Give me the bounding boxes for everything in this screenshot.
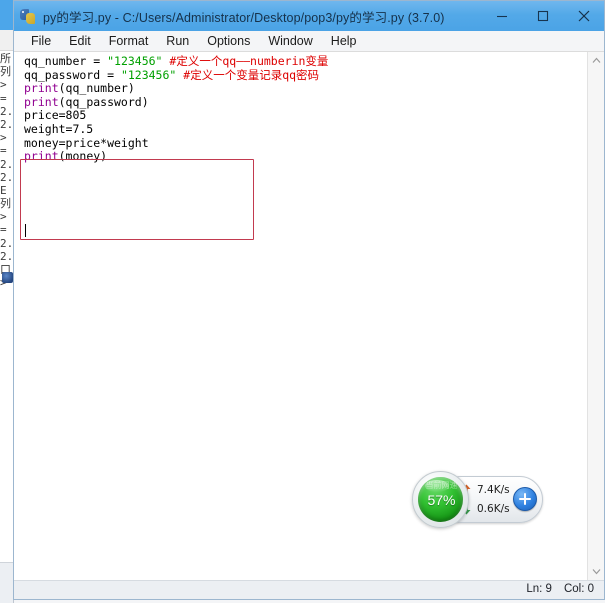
maximize-icon[interactable] [522,1,563,31]
code-token-comment: #定义一个变量记录qq密码 [183,67,320,82]
background-window-titlebar [0,0,13,30]
code-line: qq_password = "123456" #定义一个变量记录qq密码 [24,67,328,83]
editor-vertical-scrollbar[interactable] [587,52,604,580]
text-caret [25,224,26,237]
background-window-statusbar [0,562,13,603]
code-line: print(money) [24,149,328,164]
code-line: price=805 [24,109,328,123]
column-number-label: Col: 0 [563,583,594,595]
background-text-line: = [0,91,7,105]
background-text-line: = [0,144,7,158]
network-orb[interactable]: 当前网速 57% [412,471,469,528]
background-text-line: 所 [0,52,11,65]
code-token-plain: money=price*weight [24,135,149,150]
code-line: qq_number = "123456" #定义一个qq——numberin变量 [24,54,329,69]
scroll-up-icon[interactable] [588,52,604,69]
menu-item-edit[interactable]: Edit [60,31,100,51]
plus-icon[interactable] [513,487,537,511]
close-icon[interactable] [563,1,604,31]
code-token-plain: price=805 [24,108,87,123]
background-text-line: 2. [0,249,13,263]
download-speed-value: 0.6K/s [477,502,510,515]
background-window-icon [2,272,13,283]
background-text-line: 列 [0,65,11,79]
code-text: qq_number = "123456" #定义一个qq——numberin变量… [24,54,329,164]
code-token-plain: (money) [58,149,108,164]
background-text-line: 2. [0,104,13,118]
background-window-text: 所列>=2.2.>=2.2.E列>=2.2.口> [0,52,13,289]
minimize-icon[interactable] [481,1,522,31]
background-text-line: E [0,183,7,197]
background-text-line: > [0,131,7,145]
scroll-down-icon[interactable] [588,563,604,580]
code-token-comment: #定义一个qq——numberin变量 [169,54,329,68]
window-title: py的学习.py - C:/Users/Administrator/Deskto… [43,10,445,25]
code-token-plain: weight=7.5 [24,121,94,136]
cursor-position: Ln: 9 Col: 0 [526,583,594,595]
menu-item-format[interactable]: Format [100,31,158,51]
code-token-plain: qq_number = [24,54,108,68]
background-window-sliver[interactable]: 所列>=2.2.>=2.2.E列>=2.2.口> [0,0,14,603]
red-annotation-rectangle [20,159,254,240]
background-window-menubar [0,30,13,51]
background-text-line: 列 [0,197,11,211]
screen-root: 所列>=2.2.>=2.2.E列>=2.2.口> py的学习.py - C:/U… [0,0,605,603]
code-line: weight=7.5 [24,121,328,137]
window-controls [481,1,604,31]
upload-speed-value: 7.4K/s [477,483,510,496]
menubar: File Edit Format Run Options Window Help [14,31,604,52]
menu-item-run[interactable]: Run [157,31,198,51]
background-text-line: 2. [0,170,13,184]
code-token-builtin: print [24,149,59,164]
network-orb-percent: 57% [427,492,456,508]
network-speed-widget[interactable]: 7.4K/s 0.6K/s 当前网速 57% [412,471,543,528]
background-text-line: > [0,210,7,224]
background-text-line: > [0,78,7,92]
background-text-line: = [0,223,7,237]
window-titlebar[interactable]: py的学习.py - C:/Users/Administrator/Deskto… [14,1,604,31]
network-orb-label: 当前网速 [425,481,458,490]
python-idle-icon [19,7,37,25]
code-token-plain: (qq_password) [58,94,149,109]
code-line: print(qq_number) [24,81,328,96]
code-token-plain: qq_password = [24,67,121,82]
background-text-line: 2. [0,236,13,250]
background-text-line: 2. [0,117,13,131]
background-text-line: 2. [0,157,13,171]
code-line: money=price*weight [24,135,328,151]
code-token-plain: (qq_number) [58,81,135,96]
menu-item-options[interactable]: Options [198,31,259,51]
menu-item-help[interactable]: Help [322,31,366,51]
code-token-string: "123456" [107,54,163,68]
code-token-builtin: print [24,94,59,109]
menu-item-file[interactable]: File [22,31,60,51]
code-token-builtin: print [24,81,59,96]
code-line: print(qq_password) [24,94,328,110]
menu-item-window[interactable]: Window [259,31,321,51]
line-number-label: Ln: 9 [526,583,552,595]
code-token-string: "123456" [120,67,177,82]
statusbar: Ln: 9 Col: 0 [14,580,604,599]
